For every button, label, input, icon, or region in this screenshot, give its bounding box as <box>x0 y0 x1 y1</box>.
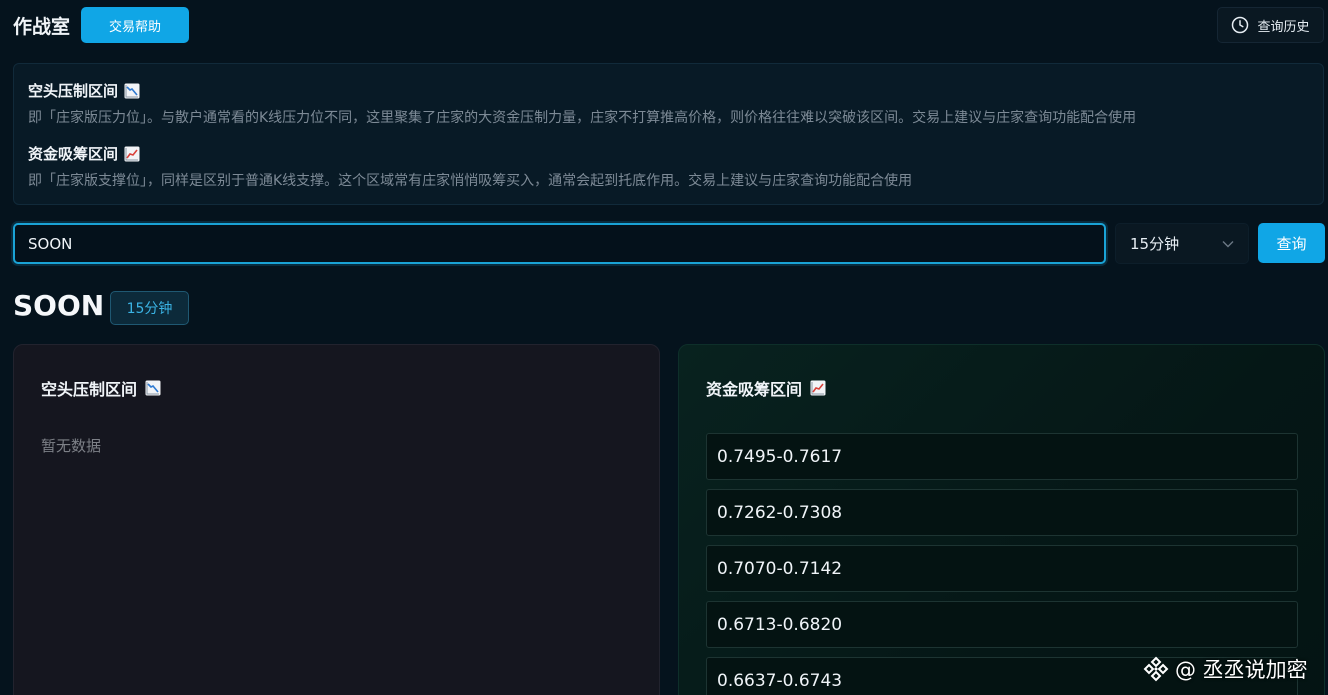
symbol-search-input[interactable] <box>13 223 1106 264</box>
list-item: 0.7495-0.7617 <box>706 433 1298 480</box>
info-box: 空头压制区间 即「庄家版压力位」。与散户通常看的K线压力位不同，这里聚集了庄家的… <box>13 63 1324 205</box>
query-history-label: 查询历史 <box>1257 19 1310 35</box>
binance-logo-icon <box>1143 656 1169 682</box>
support-info-title: 资金吸筹区间 <box>28 143 140 164</box>
list-item: 0.6713-0.6820 <box>706 601 1298 648</box>
page-title: 作战室 <box>13 16 71 38</box>
resistance-panel-title: 空头压制区间 <box>41 376 161 400</box>
resistance-info-title: 空头压制区间 <box>28 80 140 101</box>
resistance-panel-title-text: 空头压制区间 <box>41 380 138 399</box>
list-item: 0.7070-0.7142 <box>706 545 1298 592</box>
resistance-panel: 空头压制区间 暂无数据 <box>13 344 660 695</box>
watermark: @ 丞丞说加密 <box>1143 654 1308 684</box>
support-panel-title: 资金吸筹区间 <box>706 376 826 400</box>
empty-state-text: 暂无数据 <box>41 437 102 455</box>
list-item: 0.7262-0.7308 <box>706 489 1298 536</box>
watermark-text: @ 丞丞说加密 <box>1175 658 1308 682</box>
chevron-down-icon <box>1222 240 1234 248</box>
result-symbol: SOON <box>13 289 105 322</box>
trading-help-button[interactable]: 交易帮助 <box>81 7 189 43</box>
resistance-info-desc: 即「庄家版压力位」。与散户通常看的K线压力位不同，这里聚集了庄家的大资金压制力量… <box>28 110 1137 126</box>
interval-select-value: 15分钟 <box>1130 235 1180 253</box>
interval-select[interactable]: 15分钟 <box>1115 223 1249 264</box>
support-info-desc: 即「庄家版支撑位」，同样是区别于普通K线支撑。这个区域常有庄家悄悄吸筹买入，通常… <box>28 173 913 189</box>
chart-decreasing-icon <box>124 83 140 99</box>
war-room-page: 作战室 交易帮助 查询历史 空头压制区间 即「庄家版压力位」。与散户通常看的K线… <box>0 0 1328 695</box>
chart-increasing-icon <box>124 146 140 162</box>
query-button[interactable]: 查询 <box>1258 223 1325 263</box>
clock-icon <box>1231 16 1249 34</box>
interval-tag: 15分钟 <box>110 291 189 325</box>
support-panel: 资金吸筹区间 0.7495-0.7617 0.7262-0.7308 0.707… <box>678 344 1325 695</box>
resistance-info-title-text: 空头压制区间 <box>28 82 119 100</box>
chart-increasing-icon <box>810 380 826 396</box>
support-info-title-text: 资金吸筹区间 <box>28 145 119 163</box>
support-panel-title-text: 资金吸筹区间 <box>706 380 803 399</box>
query-history-button[interactable]: 查询历史 <box>1217 7 1324 43</box>
chart-decreasing-icon <box>145 380 161 396</box>
